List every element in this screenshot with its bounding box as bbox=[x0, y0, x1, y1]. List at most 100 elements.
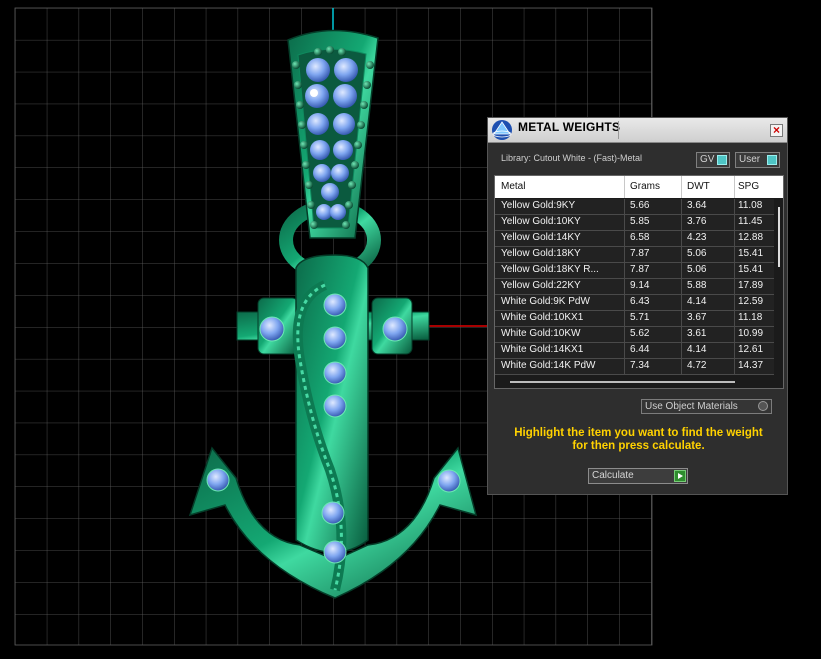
horizontal-scrollbar[interactable] bbox=[495, 376, 783, 388]
column-divider bbox=[681, 176, 682, 198]
column-divider bbox=[734, 327, 735, 342]
use-object-materials-option[interactable]: Use Object Materials bbox=[641, 399, 772, 414]
column-divider bbox=[624, 327, 625, 342]
cell-metal: White Gold:14K PdW bbox=[501, 360, 596, 371]
column-divider bbox=[734, 231, 735, 246]
column-divider bbox=[681, 295, 682, 310]
gv-toggle[interactable]: GV bbox=[696, 152, 730, 168]
cell-grams: 5.66 bbox=[630, 200, 650, 211]
instruction-line-1: Highlight the item you want to find the … bbox=[514, 427, 763, 439]
column-header-dwt[interactable]: DWT bbox=[687, 181, 710, 192]
cell-metal: Yellow Gold:9KY bbox=[501, 200, 576, 211]
cell-spg: 11.08 bbox=[738, 200, 763, 211]
metal-weights-table[interactable]: Metal Grams DWT SPG Yellow Gold:9KY 5.66 3… bbox=[494, 175, 784, 389]
cell-grams: 7.34 bbox=[630, 360, 650, 371]
cell-dwt: 3.67 bbox=[687, 312, 707, 323]
cell-metal: White Gold:9K PdW bbox=[501, 296, 590, 307]
table-header: Metal Grams DWT SPG bbox=[495, 176, 783, 198]
cell-dwt: 4.23 bbox=[687, 232, 707, 243]
column-divider bbox=[681, 311, 682, 326]
column-divider bbox=[681, 327, 682, 342]
instruction-text: Highlight the item you want to find the … bbox=[500, 427, 777, 453]
table-row[interactable]: White Gold:14K PdW 7.34 4.72 14.37 bbox=[495, 359, 774, 375]
column-divider bbox=[734, 247, 735, 262]
cell-dwt: 4.14 bbox=[687, 296, 707, 307]
column-divider bbox=[681, 359, 682, 374]
column-divider bbox=[624, 311, 625, 326]
column-header-spg[interactable]: SPG bbox=[738, 181, 759, 192]
cell-dwt: 5.06 bbox=[687, 264, 707, 275]
cell-dwt: 5.88 bbox=[687, 280, 707, 291]
cell-dwt: 3.76 bbox=[687, 216, 707, 227]
panel-titlebar[interactable]: METAL WEIGHTS × bbox=[488, 118, 787, 143]
table-row[interactable]: Yellow Gold:9KY 5.66 3.64 11.08 bbox=[495, 199, 774, 215]
instruction-line-2: for then press calculate. bbox=[572, 440, 705, 452]
calculate-button[interactable]: Calculate bbox=[588, 468, 688, 484]
cell-dwt: 3.64 bbox=[687, 200, 707, 211]
metal-weights-panel: METAL WEIGHTS × Library: Cutout White - … bbox=[487, 117, 788, 495]
cell-metal: Yellow Gold:18KY bbox=[501, 248, 581, 259]
column-divider bbox=[681, 231, 682, 246]
cell-grams: 6.43 bbox=[630, 296, 650, 307]
cell-dwt: 4.14 bbox=[687, 344, 707, 355]
column-divider bbox=[624, 231, 625, 246]
cell-spg: 11.45 bbox=[738, 216, 763, 227]
scrollbar-thumb[interactable] bbox=[778, 207, 780, 267]
column-divider bbox=[734, 263, 735, 278]
table-row[interactable]: Yellow Gold:14KY 6.58 4.23 12.88 bbox=[495, 231, 774, 247]
table-row[interactable]: White Gold:10KX1 5.71 3.67 11.18 bbox=[495, 311, 774, 327]
cell-spg: 12.59 bbox=[738, 296, 764, 307]
table-row[interactable]: Yellow Gold:22KY 9.14 5.88 17.89 bbox=[495, 279, 774, 295]
column-header-grams[interactable]: Grams bbox=[630, 181, 660, 192]
cell-spg: 14.37 bbox=[738, 360, 764, 371]
toggle-knob-icon bbox=[717, 155, 727, 165]
cell-metal: White Gold:10KW bbox=[501, 328, 581, 339]
cell-metal: Yellow Gold:22KY bbox=[501, 280, 581, 291]
column-divider bbox=[734, 343, 735, 358]
radio-icon bbox=[758, 401, 768, 411]
table-row[interactable]: White Gold:14KX1 6.44 4.14 12.61 bbox=[495, 343, 774, 359]
cell-spg: 15.41 bbox=[738, 264, 764, 275]
column-divider bbox=[734, 215, 735, 230]
vertical-scrollbar[interactable] bbox=[775, 199, 783, 366]
cell-spg: 12.61 bbox=[738, 344, 764, 355]
table-row[interactable]: Yellow Gold:10KY 5.85 3.76 11.45 bbox=[495, 215, 774, 231]
cell-dwt: 4.72 bbox=[687, 360, 707, 371]
column-divider bbox=[734, 311, 735, 326]
column-divider bbox=[624, 199, 625, 214]
cell-grams: 6.58 bbox=[630, 232, 650, 243]
cell-grams: 6.44 bbox=[630, 344, 650, 355]
cell-dwt: 5.06 bbox=[687, 248, 707, 259]
play-arrow-icon bbox=[674, 470, 686, 482]
library-label: Library: Cutout White - (Fast)-Metal bbox=[501, 153, 643, 163]
cell-metal: White Gold:14KX1 bbox=[501, 344, 584, 355]
app-logo-icon bbox=[492, 120, 512, 140]
cell-grams: 7.87 bbox=[630, 248, 650, 259]
titlebar-divider bbox=[618, 121, 619, 139]
gv-toggle-label: GV bbox=[700, 154, 715, 165]
user-toggle[interactable]: User bbox=[735, 152, 780, 168]
cell-spg: 10.99 bbox=[738, 328, 764, 339]
column-divider bbox=[624, 215, 625, 230]
table-row[interactable]: Yellow Gold:18KY 7.87 5.06 15.41 bbox=[495, 247, 774, 263]
table-row[interactable]: Yellow Gold:18KY R... 7.87 5.06 15.41 bbox=[495, 263, 774, 279]
scrollbar-thumb[interactable] bbox=[510, 381, 735, 383]
column-divider bbox=[734, 176, 735, 198]
column-divider bbox=[734, 359, 735, 374]
column-divider bbox=[624, 263, 625, 278]
table-body: Yellow Gold:9KY 5.66 3.64 11.08 Yellow Gold:… bbox=[495, 199, 774, 375]
cell-dwt: 3.61 bbox=[687, 328, 707, 339]
column-divider bbox=[734, 199, 735, 214]
cell-spg: 11.18 bbox=[738, 312, 763, 323]
table-row[interactable]: White Gold:10KW 5.62 3.61 10.99 bbox=[495, 327, 774, 343]
column-divider bbox=[681, 215, 682, 230]
panel-title: METAL WEIGHTS bbox=[518, 120, 621, 134]
close-button[interactable]: × bbox=[770, 124, 783, 137]
column-header-metal[interactable]: Metal bbox=[501, 181, 525, 192]
calculate-label: Calculate bbox=[592, 470, 634, 481]
table-row[interactable]: White Gold:9K PdW 6.43 4.14 12.59 bbox=[495, 295, 774, 311]
column-divider bbox=[681, 263, 682, 278]
column-divider bbox=[681, 343, 682, 358]
cell-spg: 15.41 bbox=[738, 248, 764, 259]
cell-grams: 5.62 bbox=[630, 328, 650, 339]
